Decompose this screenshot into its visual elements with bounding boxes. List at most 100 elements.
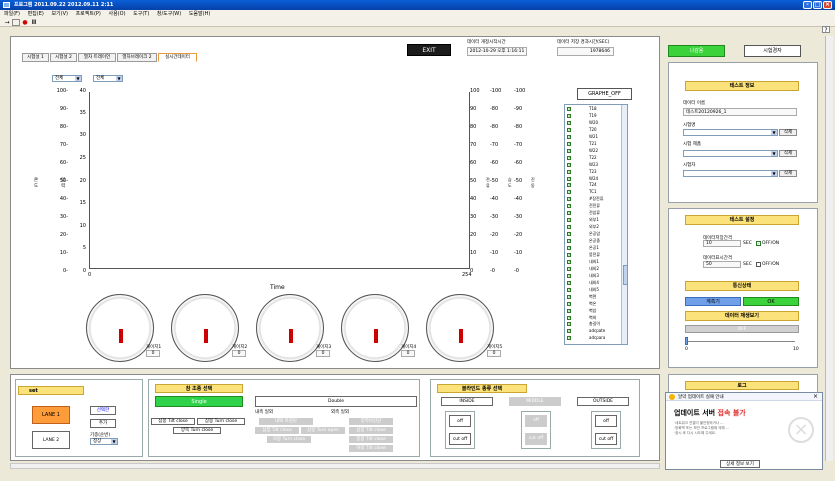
channel-list-item[interactable]: ✓ 총길이 [565, 321, 625, 328]
lane-2-button[interactable]: LANE 2 [32, 431, 70, 449]
display-on-checkbox[interactable] [756, 262, 761, 267]
channel-list-item[interactable]: ✓ 벽압 [565, 308, 625, 315]
channel-checkbox[interactable]: ✓ [567, 294, 571, 299]
tab-test-2[interactable]: 시험설 2 [50, 53, 77, 62]
channel-list-item[interactable]: ✓ 내외2 [565, 266, 625, 273]
channel-checkbox[interactable]: ✓ [567, 301, 571, 306]
channel-checkbox[interactable]: ✓ [567, 322, 571, 327]
tilt-close-button[interactable]: 삼봉 Tilt close [151, 418, 195, 425]
single-button[interactable]: Single [155, 396, 243, 407]
channel-checkbox[interactable]: ✓ [567, 336, 571, 341]
channel-list-item[interactable]: ✓ W24 [565, 176, 625, 183]
menu-view[interactable]: 보기(V) [51, 11, 68, 17]
channel-list-item[interactable]: ✓ 온공중 [565, 238, 625, 245]
channel-checkbox[interactable]: ✓ [567, 287, 571, 292]
record-icon[interactable]: ● [21, 19, 29, 26]
channel-list-item[interactable]: ✓ adcpara [565, 335, 625, 342]
add-button[interactable]: 추가 [90, 419, 116, 428]
channel-list-item[interactable]: ✓ #장전류 [565, 196, 625, 203]
channel-list-item[interactable]: ✓ 전압류 [565, 210, 625, 217]
channel-list-item[interactable]: ✓ W22 [565, 148, 625, 155]
inside-cut-off-button[interactable]: cut off [449, 433, 471, 445]
middle-tilt-close-button[interactable]: 중봉 Tilt close [349, 436, 393, 443]
menu-help[interactable]: 도움말(H) [189, 11, 210, 17]
double-button[interactable]: Double [255, 396, 417, 407]
channel-checkbox[interactable]: ✓ [567, 246, 571, 250]
channel-list-item[interactable]: ✓ T21 [565, 141, 625, 148]
channel-list-item[interactable]: ✓ T19 [565, 113, 625, 120]
menu-use[interactable]: 사용(O) [108, 11, 125, 17]
order-select[interactable]: 정상 ▼ [90, 438, 118, 445]
inside-button[interactable]: INSIDE [441, 397, 493, 406]
step-icon[interactable] [12, 19, 20, 26]
channel-list-item[interactable]: ✓ T24 [565, 182, 625, 189]
operator-delete-button[interactable]: 삭제 [779, 170, 797, 177]
channel-checkbox[interactable]: ✓ [567, 127, 571, 132]
tab-train-traction[interactable]: 열차 트래이언 [78, 53, 116, 62]
channel-list-item[interactable]: ✓ T22 [565, 155, 625, 162]
display-interval-input[interactable]: 50 [703, 261, 741, 268]
channel-checkbox[interactable]: ✓ [567, 141, 571, 146]
middle-button[interactable]: MIDDLE [509, 397, 561, 406]
help-icon[interactable]: ? [822, 26, 830, 34]
channel-checkbox[interactable]: ✓ [567, 315, 571, 320]
channel-checkbox[interactable]: ✓ [567, 148, 571, 153]
tab-train-brake[interactable]: 열차브레이크 2 [117, 53, 157, 62]
channel-checkbox[interactable]: ✓ [567, 273, 571, 278]
outside-off-button[interactable]: off [595, 415, 617, 427]
channel-list-item[interactable]: ✓ W20 [565, 120, 625, 127]
channel-list-item[interactable]: ✓ 내외5 [565, 287, 625, 294]
exit-button[interactable]: EXIT [407, 44, 451, 56]
close-button[interactable]: × [823, 1, 832, 9]
lower-tilt-close-button[interactable]: 하봉 Tilt close [349, 445, 393, 452]
channel-checkbox[interactable]: ✓ [567, 134, 571, 139]
both-close-button[interactable]: 양쪽마감닫 [349, 418, 393, 425]
turn-close-button[interactable]: 삼봉 Turn close [197, 418, 245, 425]
tester-delete-button[interactable]: 삭제 [779, 129, 797, 136]
playback-slider-thumb[interactable] [685, 337, 688, 345]
playback-toggle[interactable]: OFF [685, 325, 799, 333]
channel-checkbox[interactable]: ✓ [567, 204, 571, 209]
inner-tilt-close-button[interactable]: 삼봉 Tilt close [255, 427, 299, 434]
channel-checkbox[interactable]: ✓ [567, 183, 571, 188]
arrow-icon[interactable]: → [3, 19, 11, 26]
channel-checkbox[interactable]: ✓ [567, 155, 571, 160]
outside-cut-off-button[interactable]: cut off [595, 433, 617, 445]
inner-close-button[interactable]: 내외 마감닫 [259, 418, 313, 425]
channel-checkbox[interactable]: ✓ [567, 329, 571, 334]
outer-tilt-close-button[interactable]: 삼봉 Tilt close [349, 427, 393, 434]
channel-checkbox[interactable]: ✓ [567, 239, 571, 244]
lower-turn-close-button[interactable]: 하봉 Turn close [267, 436, 311, 443]
channel-checkbox[interactable]: ✓ [567, 120, 571, 125]
lane-1-button[interactable]: LANE 1 [32, 406, 70, 424]
channel-checkbox[interactable]: ✓ [567, 169, 571, 174]
detail-button[interactable]: 상세 정보 보기 [720, 460, 760, 468]
middle-cut-off-button[interactable]: cut off [525, 433, 547, 445]
channel-checkbox[interactable]: ✓ [567, 252, 571, 257]
channel-checkbox[interactable]: ✓ [567, 308, 571, 313]
graph-off-button[interactable]: GRAPHE_OFF [577, 88, 632, 100]
save-interval-input[interactable]: 10 [703, 240, 741, 247]
channel-list-scrollbar[interactable] [621, 105, 627, 344]
channel-checkbox[interactable]: ✓ [567, 197, 571, 202]
channel-select-1[interactable]: 전체 ▼ [52, 75, 82, 82]
channel-list-item[interactable]: ✓ 외부2 [565, 224, 625, 231]
channel-checkbox[interactable]: ✓ [567, 218, 571, 223]
channel-checkbox[interactable]: ✓ [567, 176, 571, 181]
tester-select[interactable]: ▼ [683, 129, 778, 136]
channel-list-item[interactable]: ✓ 뭉전류 [565, 252, 625, 259]
channel-list-item[interactable]: ✓ 외부1 [565, 217, 625, 224]
channel-list[interactable]: ✓ T18 ✓ T19 ✓ W20 ✓ T20 ✓ W21 ✓ T21 ✓ W22 ✓ T22 ✓ W23 ✓ T23… [564, 104, 628, 345]
channel-checkbox[interactable]: ✓ [567, 107, 571, 111]
channel-list-item[interactable]: ✓ T23 [565, 169, 625, 176]
menu-window[interactable]: 창/도구(W) [157, 11, 181, 17]
channel-checkbox[interactable]: ✓ [567, 162, 571, 167]
save-on-checkbox[interactable]: ✓ [756, 241, 761, 246]
channel-list-item[interactable]: ✓ 내외4 [565, 280, 625, 287]
inside-off-button[interactable]: off [449, 415, 471, 427]
channel-list-item[interactable]: ✓ T18 [565, 106, 625, 113]
channel-list-item[interactable]: ✓ 전전류 [565, 203, 625, 210]
menu-edit[interactable]: 편집(E) [28, 11, 44, 17]
channel-list-item[interactable]: ✓ 벽온 [565, 301, 625, 308]
popup-close-icon[interactable]: × [813, 393, 818, 400]
